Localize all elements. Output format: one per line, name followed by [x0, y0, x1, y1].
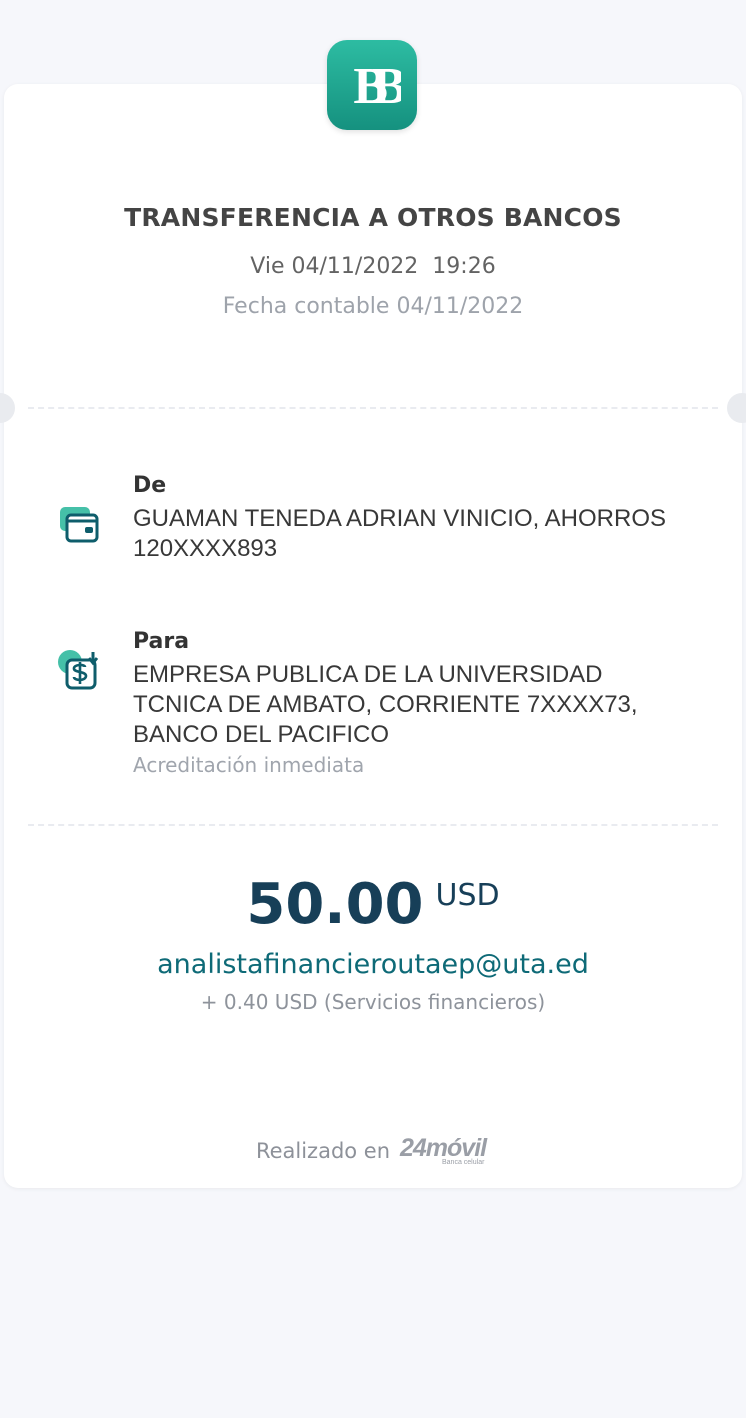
- divider: [28, 824, 718, 826]
- accounting-date: Fecha contable 04/11/2022: [222, 294, 524, 319]
- amount-row: 50.00 USD: [0, 872, 746, 937]
- svg-text:24móvil: 24móvil: [399, 1134, 488, 1162]
- bank-logo-icon: BB: [353, 58, 401, 114]
- bank-logo: BB: [327, 40, 417, 130]
- to-label: Para: [133, 629, 190, 654]
- app-brand-logo: 24móvil Banca celular: [398, 1132, 490, 1170]
- credit-note: Acreditación inmediata: [133, 753, 365, 777]
- money-transfer-icon: [56, 648, 104, 696]
- svg-text:BB: BB: [353, 58, 401, 114]
- from-account: GUAMAN TENEDA ADRIAN VINICIO, AHORROS 12…: [133, 505, 666, 562]
- footer: Realizado en 24móvil Banca celular: [0, 1132, 746, 1170]
- transaction-datetime: Vie 04/11/2022 19:26: [250, 254, 496, 279]
- amount-currency: USD: [435, 878, 500, 913]
- svg-text:Banca celular: Banca celular: [442, 1159, 485, 1166]
- page-title: TRANSFERENCIA A OTROS BANCOS: [124, 203, 622, 232]
- wallet-icon: [58, 505, 102, 549]
- beneficiary-email: analistafinancieroutaep@uta.ed: [157, 949, 589, 980]
- to-account: EMPRESA PUBLICA DE LA UNIVERSIDAD TCNICA…: [133, 661, 638, 748]
- amount-value: 50.00: [246, 872, 424, 937]
- fee-text: + 0.40 USD (Servicios financieros): [200, 990, 546, 1014]
- from-label: De: [133, 473, 167, 498]
- divider: [28, 407, 718, 409]
- receipt-card: [4, 84, 742, 1188]
- footer-text: Realizado en: [255, 1139, 391, 1163]
